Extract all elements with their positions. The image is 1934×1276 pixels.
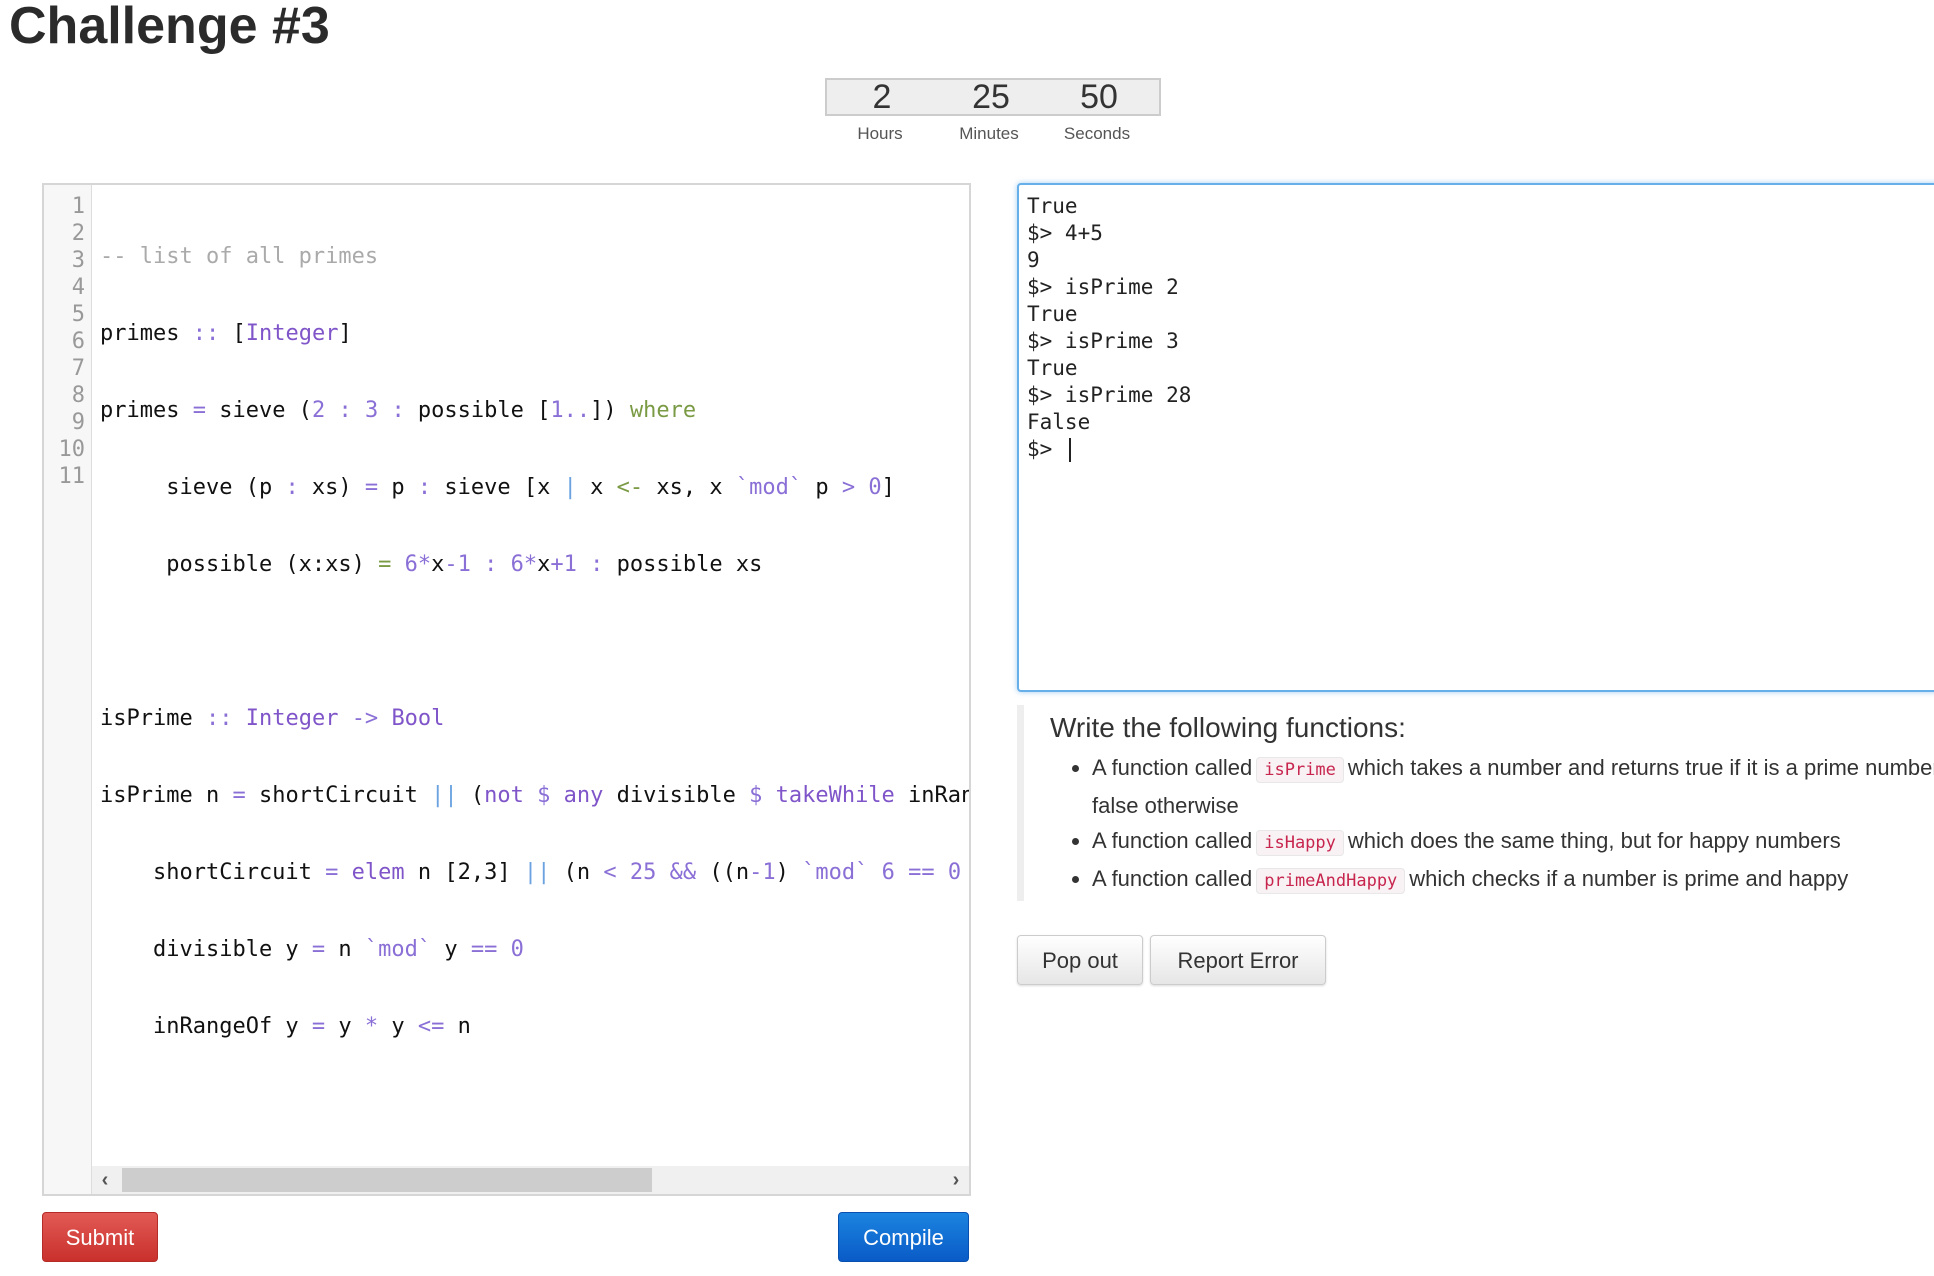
report-error-button[interactable]: Report Error xyxy=(1150,935,1326,985)
function-name-code: isHappy xyxy=(1256,830,1344,856)
code-line: sieve (p : xs) = p : sieve [x | x <- xs,… xyxy=(100,475,895,500)
line-number: 4 xyxy=(71,275,85,300)
code-line: primes :: [Integer] xyxy=(100,321,352,346)
timer-minutes: 25 xyxy=(972,78,1010,116)
requirement-item: A function calledisHappywhich does the s… xyxy=(1092,823,1934,861)
line-number-gutter: 1 2 3 4 5 6 7 8 9 10 11 xyxy=(44,185,92,1194)
countdown-timer: 2 25 50 xyxy=(825,78,1161,116)
pop-out-button[interactable]: Pop out xyxy=(1017,935,1143,985)
code-line: isPrime n = shortCircuit || (not $ any d… xyxy=(100,783,969,808)
requirement-item: A function calledprimeAndHappywhich chec… xyxy=(1092,861,1934,899)
scroll-right-icon[interactable]: › xyxy=(945,1166,967,1194)
submit-button[interactable]: Submit xyxy=(42,1212,158,1262)
challenge-description: Write the following functions: A functio… xyxy=(1017,705,1934,901)
console-output-line: $> isPrime 2 xyxy=(1027,275,1179,299)
line-number: 7 xyxy=(71,356,85,381)
code-line: shortCircuit = elem n [2,3] || (n < 25 &… xyxy=(100,860,962,885)
console-output-line: True xyxy=(1027,356,1078,380)
text-cursor xyxy=(1068,438,1071,462)
requirement-item: A function calledisPrimewhich takes a nu… xyxy=(1092,750,1934,823)
line-number: 1 xyxy=(71,194,85,219)
console-output-line: $> isPrime 3 xyxy=(1027,329,1179,353)
function-name-code: isPrime xyxy=(1256,757,1344,783)
line-number: 8 xyxy=(71,383,85,408)
line-number: 5 xyxy=(71,302,85,327)
compile-button[interactable]: Compile xyxy=(838,1212,969,1262)
code-area[interactable]: -- list of all primes primes :: [Integer… xyxy=(100,193,969,1090)
console-output-line: $> 4+5 xyxy=(1027,221,1103,245)
requirements-list: A function calledisPrimewhich takes a nu… xyxy=(1050,750,1934,899)
scroll-left-icon[interactable]: ‹ xyxy=(94,1166,116,1194)
code-line: primes = sieve (2 : 3 : possible [1..]) … xyxy=(100,398,697,423)
timer-seconds-label: Seconds xyxy=(1063,124,1131,143)
code-line: divisible y = n `mod` y == 0 xyxy=(100,937,524,962)
line-number: 2 xyxy=(71,221,85,246)
console-prompt: $> xyxy=(1027,437,1065,461)
line-number: 3 xyxy=(71,248,85,273)
page-title: Challenge #3 xyxy=(9,0,330,55)
console-output-line: $> isPrime 28 xyxy=(1027,383,1192,407)
code-editor[interactable]: 1 2 3 4 5 6 7 8 9 10 11 -- list of all primes prim… xyxy=(42,183,971,1196)
horizontal-scrollbar[interactable]: ‹ › xyxy=(92,1166,969,1194)
line-number: 6 xyxy=(71,329,85,354)
timer-minutes-label: Minutes xyxy=(959,124,1019,143)
timer-seconds: 50 xyxy=(1080,78,1118,116)
console-output-line: True xyxy=(1027,194,1078,218)
code-line: inRangeOf y = y * y <= n xyxy=(100,1014,471,1039)
repl-console[interactable]: True $> 4+5 9 $> isPrime 2 True $> isPrime 3 T… xyxy=(1017,183,1934,692)
console-output-line: 9 xyxy=(1027,248,1040,272)
code-line: possible (x:xs) = 6*x-1 : 6*x+1 : possib… xyxy=(100,552,763,577)
console-output-line: False xyxy=(1027,410,1091,434)
timer-hours-label: Hours xyxy=(857,124,903,143)
line-number: 9 xyxy=(71,410,85,435)
console-input-line[interactable]: $> xyxy=(1027,436,1934,463)
line-number: 11 xyxy=(58,464,86,489)
function-name-code: primeAndHappy xyxy=(1256,868,1406,894)
timer-hours: 2 xyxy=(872,78,892,116)
code-line: -- list of all primes xyxy=(100,244,379,269)
line-number: 10 xyxy=(58,437,86,462)
code-line: isPrime :: Integer -> Bool xyxy=(100,706,445,731)
console-output-line: True xyxy=(1027,302,1078,326)
scrollbar-thumb[interactable] xyxy=(122,1168,652,1192)
timer-labels: Hours Minutes Seconds xyxy=(825,124,1161,144)
description-heading: Write the following functions: xyxy=(1050,712,1406,743)
